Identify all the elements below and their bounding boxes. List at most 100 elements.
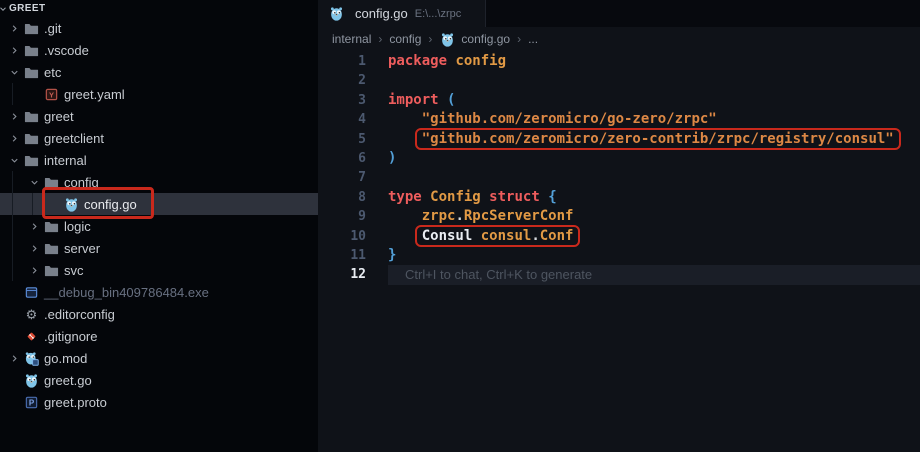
code-line[interactable]: 10 Consul consul.Conf: [318, 227, 920, 246]
chevron-spacer: [6, 328, 23, 344]
code-token: Conf: [540, 228, 574, 244]
chevron-right-icon[interactable]: [26, 218, 43, 234]
tree-item-server[interactable]: server: [0, 237, 318, 259]
code-line[interactable]: 9 zrpc.RpcServerConf: [318, 207, 920, 226]
folder-icon: [43, 218, 60, 234]
code-token: config: [455, 53, 506, 69]
tree-item-editorconfig[interactable]: ⚙.editorconfig: [0, 303, 318, 325]
tree-item-vscode[interactable]: .vscode: [0, 39, 318, 61]
code-line-content[interactable]: }: [388, 246, 920, 265]
tree-item-etc[interactable]: etc: [0, 61, 318, 83]
chevron-right-icon[interactable]: [6, 108, 23, 124]
code-line-content[interactable]: "github.com/zeromicro/go-zero/zrpc": [388, 110, 920, 129]
annotation-box: "github.com/zeromicro/zero-contrib/zrpc/…: [415, 128, 901, 150]
code-token: [540, 189, 548, 205]
editor-pane: config.go E:\...\zrpc internal›config›co…: [318, 0, 920, 452]
git-icon: [23, 328, 40, 344]
code-editor[interactable]: 1package config23import (4 "github.com/z…: [318, 52, 920, 285]
code-line-content[interactable]: "github.com/zeromicro/zero-contrib/zrpc/…: [388, 130, 920, 149]
explorer-sidebar: GREET .git.vscodeetcYgreet.yamlgreetgree…: [0, 0, 318, 452]
chevron-right-icon[interactable]: [26, 262, 43, 278]
explorer-section-header[interactable]: GREET: [0, 0, 318, 17]
chevron-down-icon[interactable]: [26, 174, 43, 190]
line-number: 11: [318, 246, 366, 265]
code-token: Config: [430, 189, 481, 205]
indent-guide: [12, 237, 13, 259]
chevron-right-icon[interactable]: [6, 20, 23, 36]
breadcrumb-item-[interactable]: ...: [528, 32, 538, 46]
code-line[interactable]: 4 "github.com/zeromicro/go-zero/zrpc": [318, 110, 920, 129]
svg-text:P: P: [29, 398, 35, 407]
code-token: "github.com/zeromicro/zero-contrib/zrpc/…: [422, 131, 894, 147]
chevron-right-icon[interactable]: [26, 240, 43, 256]
tree-item-greet-proto[interactable]: Pgreet.proto: [0, 391, 318, 413]
tree-item-git[interactable]: .git: [0, 17, 318, 39]
chevron-down-icon[interactable]: [6, 64, 23, 80]
tree-item-greet-go[interactable]: greet.go: [0, 369, 318, 391]
tree-item-greetclient[interactable]: greetclient: [0, 127, 318, 149]
code-line-content[interactable]: type Config struct {: [388, 188, 920, 207]
code-line-content[interactable]: zrpc.RpcServerConf: [388, 207, 920, 226]
code-line-content[interactable]: [388, 168, 920, 187]
breadcrumb-item-config-go[interactable]: config.go: [439, 31, 510, 47]
tree-item-label: logic: [64, 219, 91, 234]
code-token: .: [531, 228, 539, 244]
go-icon: [439, 31, 456, 47]
chevron-spacer: [6, 372, 23, 388]
tree-item-svc[interactable]: svc: [0, 259, 318, 281]
code-line[interactable]: 3import (: [318, 91, 920, 110]
code-line-content[interactable]: package config: [388, 52, 920, 71]
chevron-right-icon[interactable]: [6, 42, 23, 58]
tree-item-logic[interactable]: logic: [0, 215, 318, 237]
tree-item-debug-bin409786484-exe[interactable]: __debug_bin409786484.exe: [0, 281, 318, 303]
code-line[interactable]: 12Ctrl+I to chat, Ctrl+K to generate: [318, 265, 920, 284]
code-line[interactable]: 2: [318, 71, 920, 90]
code-line-content[interactable]: Consul consul.Conf: [388, 227, 920, 246]
code-token: [422, 189, 430, 205]
code-line[interactable]: 6): [318, 149, 920, 168]
chevron-spacer: [6, 394, 23, 410]
indent-guide: [12, 171, 13, 193]
indent-guide: [32, 193, 33, 215]
tree-item-label: .vscode: [44, 43, 89, 58]
code-token: .: [455, 208, 463, 224]
folder-icon: [43, 174, 60, 190]
tree-item-config-go[interactable]: config.go: [0, 193, 318, 215]
code-line-content[interactable]: [388, 71, 920, 90]
tree-item-label: greet.yaml: [64, 87, 125, 102]
folder-icon: [43, 262, 60, 278]
tree-item-config[interactable]: config: [0, 171, 318, 193]
tree-item-go-mod[interactable]: go.mod: [0, 347, 318, 369]
code-line[interactable]: 7: [318, 168, 920, 187]
tree-item-internal[interactable]: internal: [0, 149, 318, 171]
breadcrumb-item-config[interactable]: config: [389, 32, 421, 46]
breadcrumb-item-internal[interactable]: internal: [332, 32, 371, 46]
tree-item-label: etc: [44, 65, 61, 80]
tree-item-label: internal: [44, 153, 87, 168]
code-line[interactable]: 5 "github.com/zeromicro/zero-contrib/zrp…: [318, 130, 920, 149]
tree-item-gitignore[interactable]: .gitignore: [0, 325, 318, 347]
code-line[interactable]: 8type Config struct {: [318, 188, 920, 207]
code-token: RpcServerConf: [464, 208, 574, 224]
chevron-right-icon[interactable]: [6, 130, 23, 146]
code-line-content[interactable]: import (: [388, 91, 920, 110]
exe-icon: [23, 284, 40, 300]
tab-config-go[interactable]: config.go E:\...\zrpc: [318, 0, 486, 27]
code-line[interactable]: 1package config: [318, 52, 920, 71]
tree-item-label: greet.proto: [44, 395, 107, 410]
breadcrumb-label: internal: [332, 32, 371, 46]
inline-chat-hint-strip[interactable]: Ctrl+I to chat, Ctrl+K to generate: [388, 265, 920, 284]
tab-path-detail: E:\...\zrpc: [415, 8, 461, 20]
tree-item-greet[interactable]: greet: [0, 105, 318, 127]
code-line[interactable]: 11}: [318, 246, 920, 265]
chevron-down-icon[interactable]: [6, 152, 23, 168]
chevron-right-icon[interactable]: [6, 350, 23, 366]
breadcrumb-separator: ›: [378, 32, 382, 46]
chevron-spacer: [46, 196, 63, 212]
code-line-content[interactable]: ): [388, 149, 920, 168]
code-token: ): [388, 150, 396, 166]
proto-icon: P: [23, 394, 40, 410]
tree-item-greet-yaml[interactable]: Ygreet.yaml: [0, 83, 318, 105]
code-token: [439, 92, 447, 108]
line-number: 2: [318, 71, 366, 90]
